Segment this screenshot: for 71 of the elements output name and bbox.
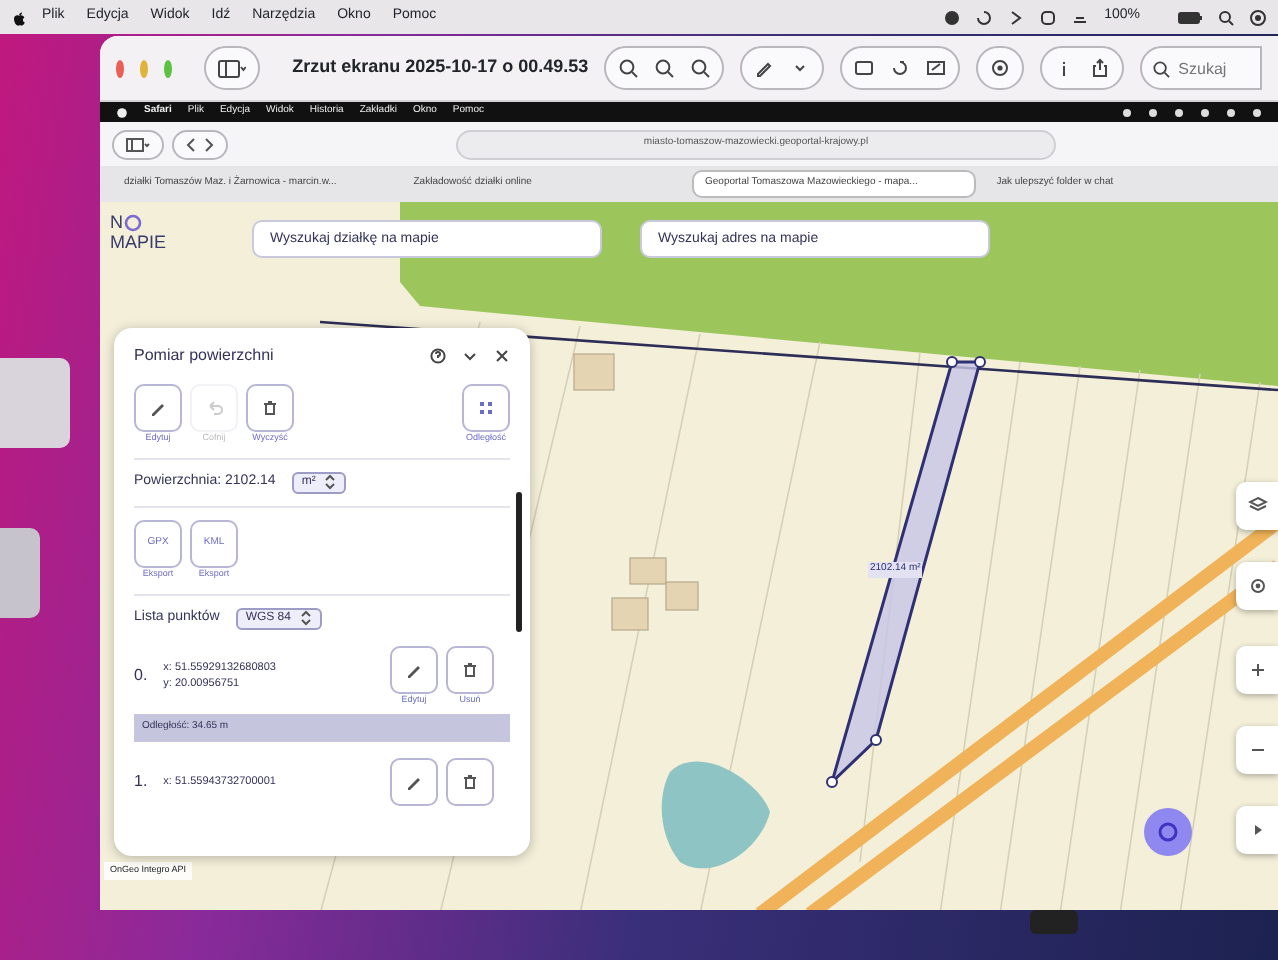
- sync-icon[interactable]: [976, 9, 993, 25]
- search-field[interactable]: Szukaj: [1140, 46, 1263, 90]
- vertex-handle[interactable]: [826, 776, 838, 788]
- rotate-icon[interactable]: [890, 58, 911, 78]
- logo-text: N: [110, 214, 123, 234]
- map-control-button[interactable]: [1236, 562, 1278, 610]
- help-icon[interactable]: [430, 348, 446, 364]
- forward-icon[interactable]: [204, 137, 214, 151]
- scrollbar[interactable]: [516, 492, 522, 632]
- locate-icon: [1247, 576, 1267, 596]
- pencil-icon: [148, 398, 168, 418]
- tool-button[interactable]: [246, 384, 294, 432]
- pond: [661, 761, 770, 869]
- vertex-handle[interactable]: [870, 734, 882, 746]
- sidebar-icon: [126, 137, 150, 151]
- sidebar-button[interactable]: [112, 129, 164, 159]
- help-icon: [1158, 822, 1178, 842]
- zoom-in-icon[interactable]: [690, 58, 711, 78]
- sidebar-toggle[interactable]: [204, 46, 261, 90]
- updown-icon: [299, 610, 311, 626]
- undo-icon: [204, 398, 224, 418]
- frame-icon[interactable]: [854, 58, 875, 78]
- zoom-in-icon: [1247, 660, 1267, 680]
- widget-thumbnail: [0, 358, 70, 448]
- zoom-icon[interactable]: [654, 58, 675, 78]
- search-icon[interactable]: [1218, 9, 1234, 25]
- battery-icon[interactable]: [1178, 11, 1202, 23]
- share-icon[interactable]: [1090, 58, 1111, 78]
- point-number: 1.: [134, 769, 148, 794]
- trash-icon: [460, 771, 480, 792]
- toolbar-group[interactable]: [740, 46, 825, 90]
- toolbar-group[interactable]: [976, 46, 1025, 90]
- close-button[interactable]: [116, 59, 125, 77]
- status-icon[interactable]: [1200, 107, 1210, 117]
- close-icon[interactable]: [494, 348, 510, 364]
- sidebar-icon: [218, 59, 247, 77]
- chevron-down-icon[interactable]: [462, 348, 478, 364]
- widget-thumbnail: [0, 528, 40, 618]
- vertex-handle[interactable]: [974, 356, 986, 368]
- status-icon[interactable]: [1148, 107, 1158, 117]
- control-center-icon[interactable]: [1250, 9, 1266, 25]
- trash-icon: [460, 659, 480, 679]
- search-icon: [1152, 60, 1171, 78]
- map-control-button[interactable]: [1236, 646, 1278, 694]
- status-icon[interactable]: [944, 9, 961, 25]
- window-title: Zrzut ekranu 2025-10-17 o 00.49.53: [292, 54, 589, 81]
- status-icon[interactable]: [1174, 107, 1184, 117]
- pen-icon[interactable]: [754, 58, 775, 78]
- status-icon[interactable]: [1122, 107, 1132, 117]
- grid-icon: [476, 398, 496, 418]
- toolbar-group[interactable]: [1040, 46, 1125, 90]
- toolbar-group[interactable]: [840, 46, 961, 90]
- toolbar-group[interactable]: [604, 46, 725, 90]
- apple-icon[interactable]: [12, 9, 26, 25]
- trash-icon: [260, 398, 280, 418]
- status-icon[interactable]: [1226, 107, 1236, 117]
- status-icon[interactable]: [1252, 107, 1262, 117]
- logo-text: MAPIE: [110, 233, 167, 254]
- map-control-button[interactable]: [1236, 482, 1278, 530]
- back-icon[interactable]: [186, 137, 196, 151]
- pin-ring-icon: [123, 214, 141, 233]
- point-number: 0.: [134, 663, 148, 688]
- layers-icon: [1247, 496, 1267, 516]
- zoom-out-icon[interactable]: [618, 58, 639, 78]
- delete-button[interactable]: [446, 757, 494, 806]
- apple-icon[interactable]: [116, 106, 128, 118]
- updown-icon: [323, 474, 336, 491]
- delete-button[interactable]: [446, 645, 494, 693]
- tool-button[interactable]: [462, 384, 510, 432]
- vertex-handle[interactable]: [946, 356, 958, 368]
- panel-title: Pomiar powierzchni: [134, 344, 274, 368]
